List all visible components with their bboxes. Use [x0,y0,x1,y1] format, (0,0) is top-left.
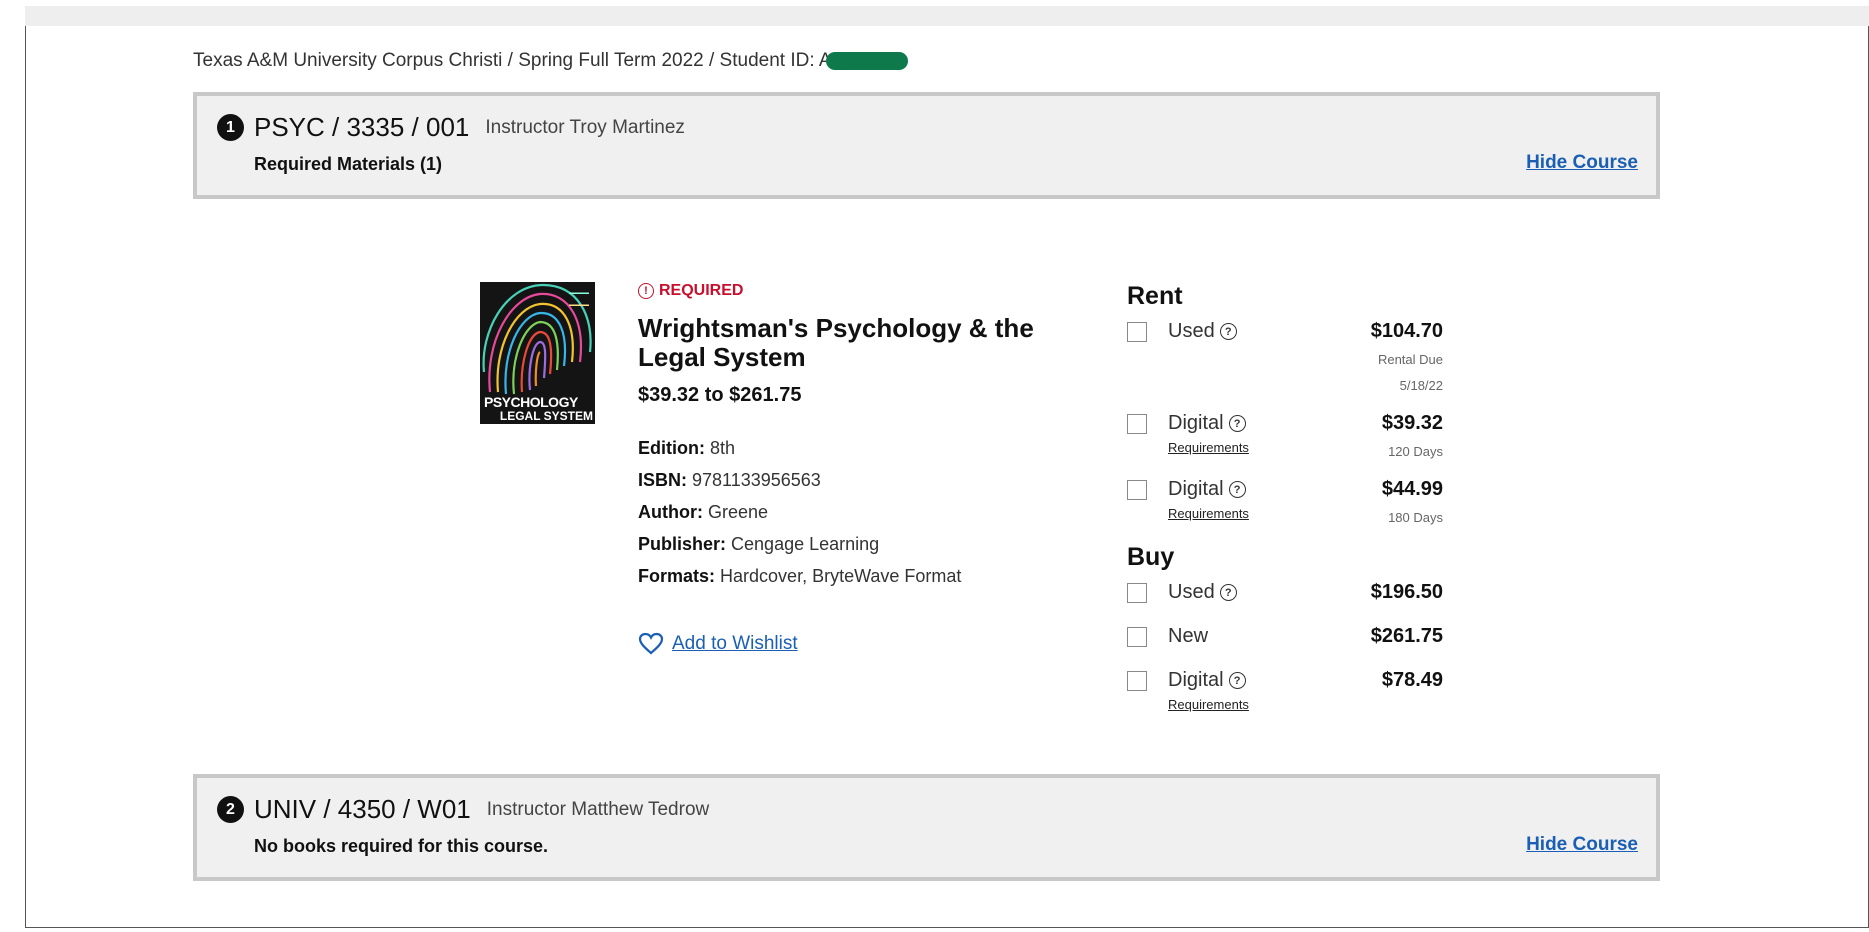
detail-value: 8th [710,438,736,458]
option-label: Used? [1168,581,1237,604]
price-range: $39.32 to $261.75 [638,384,802,406]
wishlist-action[interactable]: Add to Wishlist [638,632,798,655]
option-label: Digital? [1168,478,1246,501]
cover-subtitle-text: LEGAL SYSTEM [499,409,593,423]
detail-label: Publisher: [638,534,727,554]
buy-option-digital: Digital? $78.49 Requirements [1127,669,1443,712]
requirements-link[interactable]: Requirements [1168,697,1249,712]
buy-used-checkbox[interactable] [1127,583,1147,603]
detail-isbn: ISBN: 9781133956563 [638,464,961,496]
detail-value: Hardcover, BryteWave Format [720,566,962,586]
option-label-text: Digital [1168,412,1224,434]
course-instructor: Instructor Matthew Tedrow [486,798,710,820]
breadcrumb-text: Texas A&M University Corpus Christi / Sp… [193,50,832,71]
option-price: $44.99 [1381,478,1443,500]
option-price: $39.32 [1381,412,1443,434]
option-label: Used? [1168,320,1237,343]
option-label-text: New [1168,625,1209,647]
option-label: Digital? [1168,669,1246,692]
course-number-badge: 1 [217,114,244,141]
cover-author-text: ▬▬▬▬ [569,290,589,296]
rental-due-label: Rental Due [1377,352,1443,367]
option-price: $196.50 [1370,581,1443,603]
rent-digital-120-checkbox[interactable] [1127,414,1147,434]
option-price: $104.70 [1370,320,1443,342]
option-label: Digital? [1168,412,1246,435]
alert-icon: ! [638,283,654,299]
help-icon[interactable]: ? [1219,323,1237,340]
course-card-1: 1 PSYC / 3335 / 001 Instructor Troy Mart… [193,92,1660,199]
buy-new-checkbox[interactable] [1127,627,1147,647]
book-title: Wrightsman's Psychology & the Legal Syst… [638,313,1034,372]
option-price: $261.75 [1370,625,1443,647]
option-label-text: Digital [1168,669,1224,691]
rent-digital-180-checkbox[interactable] [1127,480,1147,500]
no-books-label: No books required for this course. [254,836,549,856]
required-label: REQUIRED [659,282,744,299]
help-icon[interactable]: ? [1228,481,1246,498]
cover-title-text: PSYCHOLOGY [484,394,578,410]
rent-option-digital-180: Digital? $44.99 Requirements 180 Days [1127,478,1443,525]
detail-label: Author: [638,502,703,522]
detail-formats: Formats: Hardcover, BryteWave Format [638,560,961,592]
course-card-2: 2 UNIV / 4350 / W01 Instructor Matthew T… [193,774,1660,881]
help-icon[interactable]: ? [1228,672,1246,689]
detail-edition: Edition: 8th [638,432,961,464]
breadcrumb: Texas A&M University Corpus Christi / Sp… [193,50,908,72]
add-to-wishlist-link[interactable]: Add to Wishlist [672,633,798,655]
course-instructor: Instructor Troy Martinez [485,116,685,138]
option-label-text: Used [1168,581,1215,603]
requirements-link[interactable]: Requirements [1168,506,1249,521]
course-code: UNIV / 4350 / W01 [254,794,471,824]
detail-label: Edition: [638,438,705,458]
requirements-link[interactable]: Requirements [1168,440,1249,455]
buy-digital-checkbox[interactable] [1127,671,1147,691]
rental-due-date: 5/18/22 [1399,378,1443,393]
option-label-text: Digital [1168,478,1224,500]
course-number-badge: 2 [217,796,244,823]
cover-author-text: ▬▬▬▬ [569,302,589,308]
book-cover-image: ▬▬▬▬ ▬▬▬▬ PSYCHOLOGY LEGAL SYSTEM [480,282,595,424]
detail-value: Greene [708,502,769,522]
option-label: New [1168,625,1208,648]
hide-course-link[interactable]: Hide Course [1526,834,1638,856]
rent-option-digital-120: Digital? $39.32 Requirements 120 Days [1127,412,1443,459]
redaction-mark [825,51,908,70]
detail-publisher: Publisher: Cengage Learning [638,528,961,560]
rent-used-checkbox[interactable] [1127,322,1147,342]
help-icon[interactable]: ? [1219,584,1237,601]
hide-course-link[interactable]: Hide Course [1526,152,1638,174]
buy-heading: Buy [1127,543,1175,571]
top-strip [25,6,1869,26]
detail-label: ISBN: [638,470,687,490]
rental-duration: 120 Days [1388,444,1443,459]
required-materials-label: Required Materials (1) [254,154,443,174]
course-header: 1 PSYC / 3335 / 001 Instructor Troy Mart… [217,112,685,143]
option-price: $78.49 [1381,669,1443,691]
detail-label: Formats: [638,566,716,586]
detail-value: 9781133956563 [692,470,821,490]
help-icon[interactable]: ? [1228,415,1246,432]
buy-option-used: Used? $196.50 [1127,581,1443,607]
detail-author: Author: Greene [638,496,961,528]
course-code: PSYC / 3335 / 001 [254,112,470,142]
detail-value: Cengage Learning [731,534,880,554]
course-header: 2 UNIV / 4350 / W01 Instructor Matthew T… [217,794,709,825]
option-label-text: Used [1168,320,1215,342]
required-tag: ! REQUIRED [638,282,743,300]
rental-duration: 180 Days [1388,510,1443,525]
buy-option-new: New $261.75 [1127,625,1443,651]
rent-heading: Rent [1127,282,1183,310]
rent-option-used: Used? $104.70 Rental Due 5/18/22 [1127,320,1443,393]
heart-icon[interactable] [638,632,664,655]
book-details: Edition: 8th ISBN: 9781133956563 Author:… [638,432,961,592]
